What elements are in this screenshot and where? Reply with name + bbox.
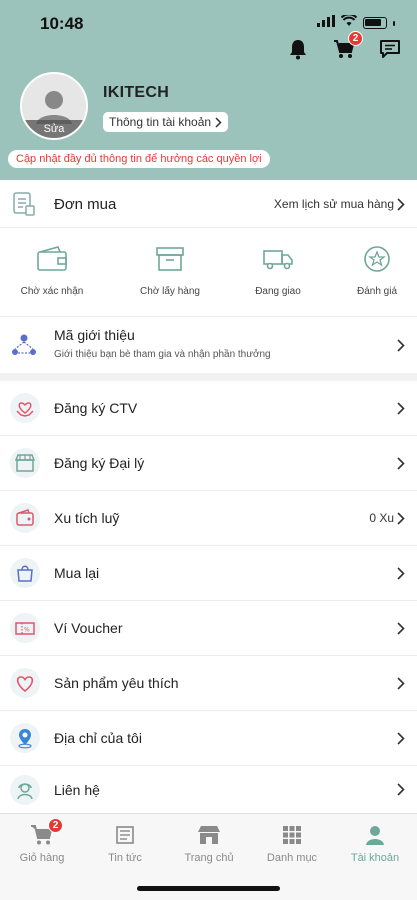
box-icon — [156, 247, 184, 271]
support-agent-icon — [10, 774, 40, 805]
menu-item-my-addresses[interactable]: Địa chỉ của tôi — [0, 711, 417, 765]
update-info-notice[interactable]: Cập nhật đầy đủ thông tin để hưởng các q… — [8, 150, 270, 168]
nav-account[interactable]: Tài khoản — [335, 822, 415, 864]
store-icon — [10, 448, 40, 478]
location-pin-icon — [10, 723, 40, 753]
chevron-right-icon — [397, 676, 405, 690]
menu-item-register-collaborator[interactable]: Đăng ký CTV — [0, 381, 417, 435]
avatar[interactable]: Sửa — [20, 72, 88, 140]
chevron-right-icon — [397, 621, 405, 635]
menu-item-register-agency[interactable]: Đăng ký Đại lý — [0, 436, 417, 490]
nav-home[interactable]: Trang chủ — [169, 822, 249, 864]
chevron-right-icon — [397, 197, 405, 211]
status-shipping[interactable]: Đang giao — [233, 242, 323, 297]
truck-icon — [263, 250, 293, 270]
chevron-right-icon — [397, 401, 405, 415]
cart-nav-badge: 2 — [48, 818, 63, 833]
order-history-link[interactable]: Xem lịch sử mua hàng — [274, 197, 405, 211]
chevron-right-icon — [397, 338, 405, 352]
order-status-bar: Chờ xác nhận Chờ lấy hàng Đang giao Đánh… — [0, 228, 417, 316]
cart-button[interactable]: 2 — [331, 31, 363, 62]
user-icon — [366, 826, 384, 845]
status-awaiting-confirmation[interactable]: Chờ xác nhận — [7, 242, 97, 297]
nav-cart[interactable]: 2 Giỏ hàng — [2, 818, 82, 864]
voucher-icon: % — [10, 613, 40, 643]
referral-subtitle: Giới thiệu bạn bè tham gia và nhận phần … — [54, 349, 271, 360]
bottom-navigation: 2 Giỏ hàng Tin tức Trang chủ Danh mục Tà… — [0, 813, 417, 900]
chevron-right-icon — [215, 116, 222, 128]
orders-row[interactable]: Đơn mua Xem lịch sử mua hàng — [0, 180, 417, 228]
chevron-right-icon — [397, 731, 405, 745]
status-time: 10:48 — [40, 14, 84, 33]
orders-title: Đơn mua — [54, 195, 117, 213]
nav-news[interactable]: Tin tức — [85, 822, 165, 864]
heart-hands-icon — [10, 393, 40, 423]
shop-icon — [198, 826, 220, 844]
username: IKITECH — [103, 84, 170, 101]
menu-item-voucher-wallet[interactable]: % Ví Voucher — [0, 601, 417, 655]
referral-network-icon — [10, 331, 38, 359]
order-history-label: Xem lịch sử mua hàng — [273, 197, 394, 211]
menu-item-buy-again[interactable]: Mua lại — [0, 546, 417, 600]
menu-item-contact[interactable]: Liên hệ — [0, 766, 417, 813]
status-review[interactable]: Đánh giá — [332, 242, 417, 297]
coin-wallet-icon — [10, 503, 40, 533]
star-icon — [364, 246, 390, 272]
battery-icon — [363, 17, 387, 29]
menu-item-reward-coins[interactable]: Xu tích luỹ 0 Xu — [0, 491, 417, 545]
heart-icon — [10, 668, 40, 698]
chevron-right-icon — [397, 456, 405, 470]
nav-categories[interactable]: Danh mục — [252, 822, 332, 864]
svg-text:%: % — [24, 627, 30, 634]
chevron-right-icon — [397, 511, 405, 525]
account-info-label: Thông tin tài khoản — [109, 115, 212, 129]
grid-icon — [283, 826, 301, 844]
cart-badge: 2 — [348, 31, 363, 46]
coin-balance: 0 Xu — [369, 511, 394, 525]
bag-icon — [10, 558, 40, 588]
status-indicators — [317, 13, 395, 32]
order-list-icon — [10, 190, 38, 218]
chat-icon[interactable] — [377, 36, 403, 62]
account-info-button[interactable]: Thông tin tài khoản — [103, 112, 229, 132]
chevron-right-icon — [397, 566, 405, 580]
status-awaiting-pickup[interactable]: Chờ lấy hàng — [125, 242, 215, 297]
wallet-icon — [37, 246, 67, 271]
menu-item-favorite-products[interactable]: Sản phẩm yêu thích — [0, 656, 417, 710]
referral-title: Mã giới thiệu — [54, 327, 135, 343]
referral-row[interactable]: Mã giới thiệu Giới thiệu bạn bè tham gia… — [0, 317, 417, 373]
chevron-right-icon — [397, 783, 405, 796]
wifi-icon — [340, 13, 358, 32]
notification-bell-icon[interactable] — [285, 36, 311, 62]
profile-header: 10:48 2 Sửa IKITECH Thông tin tài khoản … — [0, 0, 417, 180]
news-icon — [116, 826, 134, 844]
signal-icon — [317, 14, 335, 32]
avatar-edit-button[interactable]: Sửa — [22, 120, 86, 138]
home-indicator — [137, 886, 280, 891]
